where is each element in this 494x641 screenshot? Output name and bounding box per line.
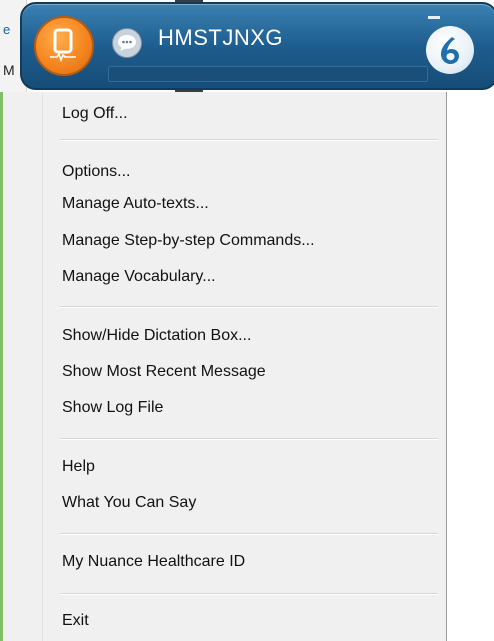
menu-item-manage-auto-texts[interactable]: Manage Auto-texts... — [62, 190, 209, 218]
microphone-icon — [50, 28, 76, 62]
dragon-bar: HMSTJNXG — [20, 2, 494, 90]
minimize-button[interactable] — [424, 10, 446, 24]
menu-icon-gutter — [0, 92, 44, 641]
menu-separator — [60, 533, 438, 535]
username-label: HMSTJNXG — [158, 25, 283, 50]
dictation-status-field — [108, 66, 428, 82]
background-text: e — [3, 22, 11, 37]
menu-item-manage-vocabulary[interactable]: Manage Vocabulary... — [62, 263, 216, 291]
message-button[interactable] — [112, 28, 142, 58]
menu-separator — [60, 438, 438, 440]
dragon-flame-logo — [441, 37, 459, 64]
menu-separator — [60, 306, 438, 308]
minimize-icon — [428, 16, 440, 19]
dragon-context-menu: Log Off... Options... Manage Auto-texts.… — [0, 92, 447, 641]
menu-item-log-off[interactable]: Log Off... — [62, 100, 128, 128]
dragon-logo-button[interactable] — [426, 26, 474, 74]
menu-separator — [60, 139, 438, 141]
menu-item-exit[interactable]: Exit — [62, 607, 89, 635]
menu-item-show-most-recent-message[interactable]: Show Most Recent Message — [62, 358, 266, 386]
menu-separator — [60, 593, 438, 595]
microphone-button[interactable] — [34, 16, 94, 76]
menu-item-manage-step-by-step-commands[interactable]: Manage Step-by-step Commands... — [62, 227, 315, 255]
menu-item-help[interactable]: Help — [62, 453, 95, 481]
menu-item-show-hide-dictation-box[interactable]: Show/Hide Dictation Box... — [62, 322, 251, 350]
menu-item-my-nuance-healthcare-id[interactable]: My Nuance Healthcare ID — [62, 548, 245, 576]
menu-item-options[interactable]: Options... — [62, 158, 130, 186]
background-text: M — [3, 62, 15, 78]
message-bubble-icon — [118, 35, 136, 51]
menu-item-what-you-can-say[interactable]: What You Can Say — [62, 489, 196, 517]
menu-item-show-log-file[interactable]: Show Log File — [62, 394, 163, 422]
